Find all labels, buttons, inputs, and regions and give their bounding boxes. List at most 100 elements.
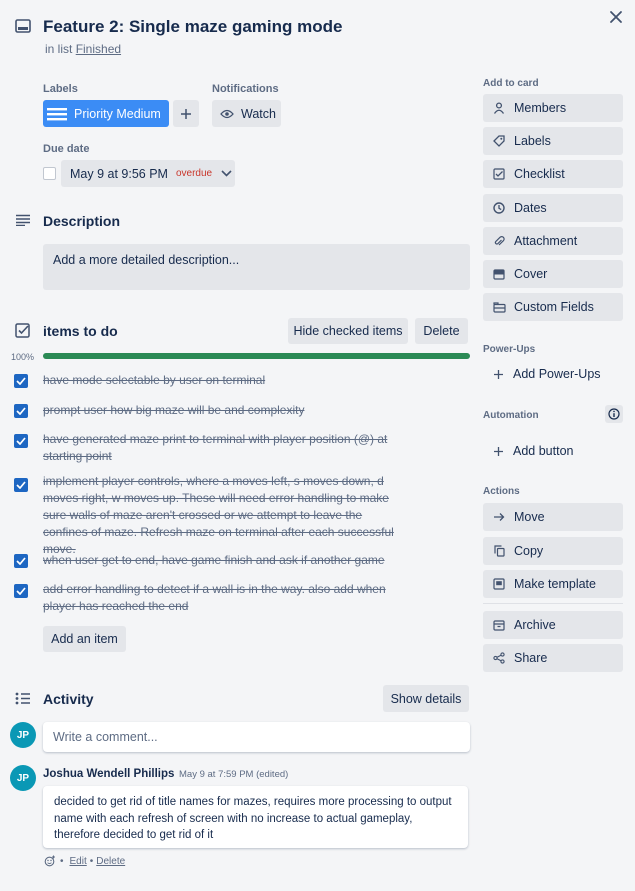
custom-fields-button[interactable]: Custom Fields <box>483 293 623 321</box>
item-checkbox[interactable] <box>14 478 28 492</box>
checklist-item[interactable]: add error handling to detect if a wall i… <box>43 581 393 615</box>
checklist-item[interactable]: prompt user how big maze will be and com… <box>43 402 403 419</box>
label-chip-priority-medium[interactable]: Priority Medium <box>43 100 169 127</box>
progress-percent: 100% <box>11 352 35 362</box>
plus-icon <box>491 446 505 457</box>
move-label: Move <box>514 510 545 524</box>
checklist-icon <box>492 168 506 180</box>
plus-icon <box>491 369 505 380</box>
show-details-button[interactable]: Show details <box>383 685 469 712</box>
item-checkbox[interactable] <box>14 434 28 448</box>
progress-fill <box>43 353 470 359</box>
avatar[interactable]: JP <box>10 722 36 748</box>
template-icon <box>492 578 506 590</box>
comment-actions: • Edit • Delete <box>44 855 125 867</box>
add-reaction-icon[interactable] <box>44 855 56 867</box>
cover-button[interactable]: Cover <box>483 260 623 288</box>
archive-icon <box>492 619 506 631</box>
dates-button[interactable]: Dates <box>483 194 623 222</box>
labels-button[interactable]: Labels <box>483 127 623 155</box>
make-template-label: Make template <box>514 577 596 591</box>
due-complete-checkbox[interactable] <box>43 167 56 180</box>
description-heading: Description <box>43 213 121 229</box>
share-button[interactable]: Share <box>483 644 623 672</box>
due-date-text: May 9 at 9:56 PM <box>70 166 168 181</box>
cover-icon <box>492 268 506 280</box>
custom-fields-icon <box>492 301 506 313</box>
comment-author[interactable]: Joshua Wendell Phillips <box>43 768 174 780</box>
copy-button[interactable]: Copy <box>483 537 623 565</box>
add-power-ups-label: Add Power-Ups <box>513 367 601 381</box>
checklist-item[interactable]: implement player controls, where a moves… <box>43 473 408 558</box>
make-template-button[interactable]: Make template <box>483 570 623 598</box>
add-button-label: Add button <box>513 444 574 458</box>
labels-heading: Labels <box>43 83 78 95</box>
share-icon <box>492 652 506 664</box>
attachment-button[interactable]: Attachment <box>483 227 623 255</box>
checklist-button[interactable]: Checklist <box>483 160 623 188</box>
add-label-button[interactable] <box>173 100 199 127</box>
checklist-title[interactable]: items to do <box>43 323 118 339</box>
plus-icon <box>180 108 192 120</box>
add-item-button[interactable]: Add an item <box>43 626 126 652</box>
clock-icon <box>492 202 506 214</box>
checklist-item[interactable]: have mode selectable by user on terminal <box>43 372 403 389</box>
delete-comment-link[interactable]: Delete <box>96 856 125 867</box>
delete-checklist-button[interactable]: Delete <box>415 318 468 344</box>
checklist-item[interactable]: have generated maze print to terminal wi… <box>43 431 393 465</box>
dates-label: Dates <box>514 201 547 215</box>
comment-timestamp[interactable]: May 9 at 7:59 PM (edited) <box>179 769 288 780</box>
list-link[interactable]: Finished <box>76 42 121 56</box>
watch-label: Watch <box>241 106 276 121</box>
progress-bar <box>43 353 470 359</box>
add-button-button[interactable]: Add button <box>483 438 623 464</box>
members-label: Members <box>514 101 567 115</box>
activity-icon <box>15 692 31 705</box>
actions-heading: Actions <box>483 486 520 497</box>
members-button[interactable]: Members <box>483 94 623 122</box>
description-input[interactable]: Add a more detailed description... <box>43 244 470 290</box>
item-checkbox[interactable] <box>14 554 28 568</box>
card-icon <box>15 19 31 33</box>
watch-button[interactable]: Watch <box>212 100 281 127</box>
automation-info-button[interactable] <box>605 405 623 423</box>
labels-label: Labels <box>514 134 551 148</box>
arrow-right-icon <box>492 512 506 522</box>
checklist-item[interactable]: when user get to end, have game finish a… <box>43 552 443 569</box>
attachment-label: Attachment <box>514 234 578 248</box>
in-list-prefix: in list <box>45 42 73 56</box>
due-date-button[interactable]: May 9 at 9:56 PM overdue <box>61 160 235 187</box>
archive-button[interactable]: Archive <box>483 611 623 639</box>
author-avatar[interactable]: JP <box>10 765 36 791</box>
card-title[interactable]: Feature 2: Single maze gaming mode <box>43 17 342 37</box>
overdue-badge: overdue <box>175 168 213 179</box>
edit-comment-link[interactable]: Edit <box>70 856 87 867</box>
add-power-ups-button[interactable]: Add Power-Ups <box>483 361 623 387</box>
activity-heading: Activity <box>43 691 94 707</box>
hide-checked-button[interactable]: Hide checked items <box>288 318 408 344</box>
move-button[interactable]: Move <box>483 503 623 531</box>
automation-heading: Automation <box>483 410 539 421</box>
archive-label: Archive <box>514 618 556 632</box>
sidebar-divider <box>483 603 623 604</box>
label-chip-text: Priority Medium <box>74 106 161 121</box>
chevron-down-icon <box>221 170 232 177</box>
checklist-label: Checklist <box>514 167 565 181</box>
description-icon <box>15 214 31 226</box>
eye-icon <box>220 109 234 119</box>
label-bars-icon <box>47 107 67 121</box>
bullet-separator: • <box>89 855 94 867</box>
info-icon <box>608 408 620 420</box>
due-date-heading: Due date <box>43 143 90 155</box>
item-checkbox[interactable] <box>14 374 28 388</box>
cover-label: Cover <box>514 267 548 281</box>
in-list: in list Finished <box>45 42 121 56</box>
comment-text: decided to get rid of title names for ma… <box>43 786 468 848</box>
bullet-separator: • <box>60 855 64 867</box>
notifications-heading: Notifications <box>212 83 279 95</box>
item-checkbox[interactable] <box>14 404 28 418</box>
copy-icon <box>492 545 506 557</box>
close-icon[interactable] <box>607 8 625 26</box>
item-checkbox[interactable] <box>14 584 28 598</box>
comment-input[interactable]: Write a comment... <box>43 722 470 752</box>
